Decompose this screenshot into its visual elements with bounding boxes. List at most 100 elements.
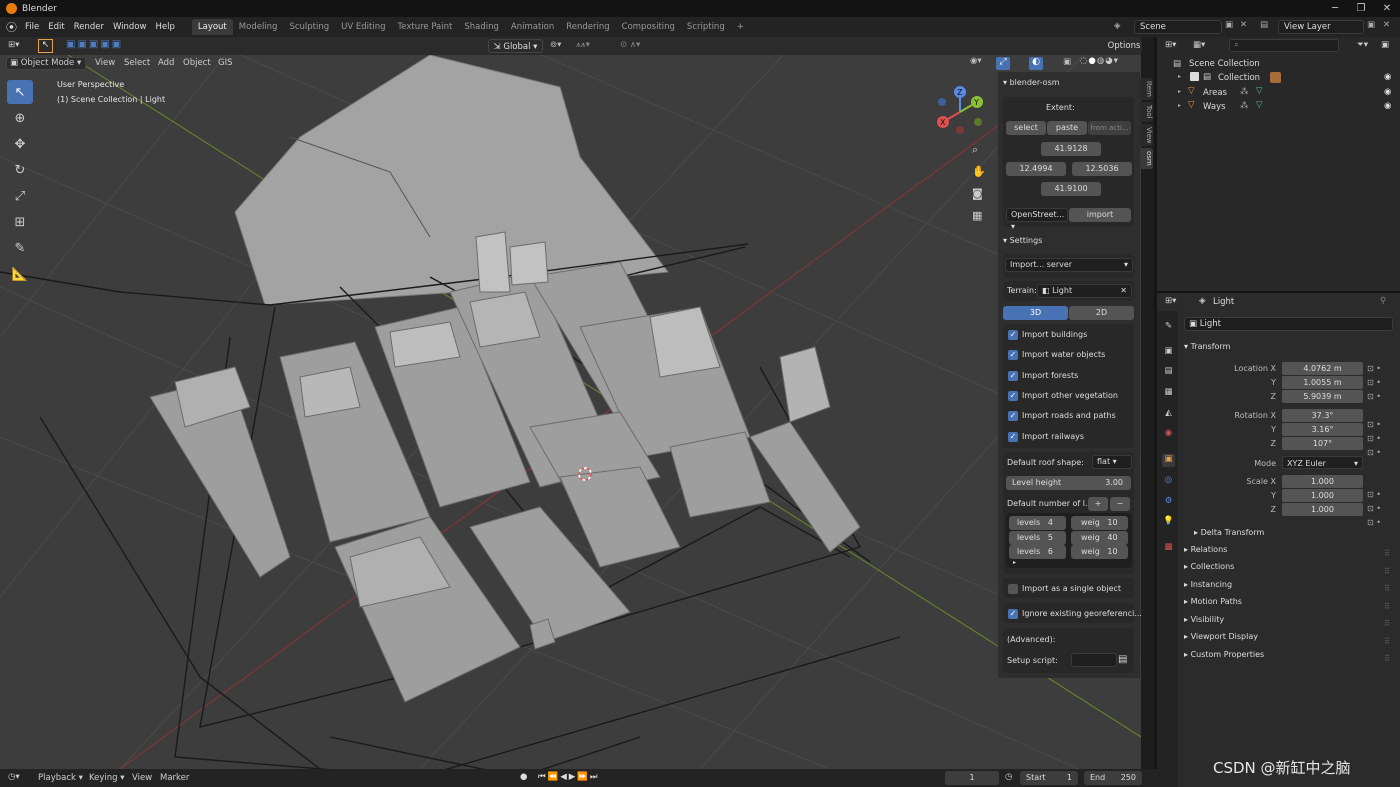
menu-edit[interactable]: Edit xyxy=(48,22,64,32)
rotation-x-field[interactable]: 37.3° xyxy=(1282,409,1363,422)
import-button[interactable]: import xyxy=(1069,208,1131,222)
remove-level-button[interactable]: − xyxy=(1110,497,1130,511)
zoom-icon[interactable]: ⌕ xyxy=(972,143,978,157)
lock-icons[interactable]: ⊡ • ⊡ • ⊡ • ⊡ • ⊡ • ⊡ • ⊡ • ⊡ • ⊡ • xyxy=(1367,362,1381,530)
xray-icon[interactable]: ▣ xyxy=(1063,57,1071,67)
gizmo-toggle-icon[interactable]: ⤢ xyxy=(996,57,1010,70)
display-mode-icon[interactable]: ▦▾ xyxy=(1193,40,1205,50)
collections-panel[interactable]: ▸ Collections xyxy=(1184,562,1234,571)
ortho-grid-icon[interactable]: ▦ xyxy=(972,209,982,222)
output-props-icon[interactable]: ▤ xyxy=(1162,366,1175,379)
import-forests-checkbox[interactable]: ✓ xyxy=(1008,371,1018,381)
timeline-editor-icon[interactable]: ◷▾ xyxy=(8,772,20,782)
extent-west-field[interactable]: 12.4994 xyxy=(1006,162,1066,176)
minimize-button[interactable]: ─ xyxy=(1322,0,1348,17)
shading-modes-icons[interactable]: ◌●◍◕▾ xyxy=(1080,56,1119,66)
scale-x-field[interactable]: 1.000 xyxy=(1282,475,1363,488)
ignore-georeferencing-checkbox[interactable]: ✓ xyxy=(1008,609,1018,619)
outliner-editor-icon[interactable]: ⊞▾ xyxy=(1165,40,1176,50)
setup-script-field[interactable] xyxy=(1071,653,1117,667)
start-frame-field[interactable]: Start 1 xyxy=(1020,771,1078,785)
tab-sculpting[interactable]: Sculpting xyxy=(283,19,335,35)
tab-scripting[interactable]: Scripting xyxy=(681,19,731,35)
maximize-button[interactable]: ❐ xyxy=(1348,0,1374,17)
tab-tool[interactable]: Tool xyxy=(1140,101,1153,122)
scene-props-icon[interactable]: ◭ xyxy=(1162,408,1175,421)
levels-row-3-levels[interactable]: levels 6 xyxy=(1009,545,1066,559)
tab-animation[interactable]: Animation xyxy=(505,19,560,35)
select-box-tool-icon[interactable]: ↖ xyxy=(7,80,33,104)
menu-file[interactable]: File xyxy=(25,22,39,32)
terrain-field[interactable]: ◧ Light ✕ xyxy=(1037,284,1132,298)
expand-arrow-icon[interactable]: ▸ xyxy=(1178,88,1181,95)
transform-orientation[interactable]: ⇲ Global ▾ xyxy=(488,39,543,53)
annotate-tool-icon[interactable]: ✎ xyxy=(7,236,33,260)
cursor-tool-icon[interactable]: ⊕ xyxy=(7,106,33,130)
panel-drag-handles[interactable]: ⠿ ⠿ ⠿ ⠿ ⠿ ⠿ ⠿ xyxy=(1384,545,1390,668)
import-vegetation-checkbox[interactable]: ✓ xyxy=(1008,391,1018,401)
import-from-dropdown[interactable]: Import... server ▾ xyxy=(1005,258,1133,272)
location-y-field[interactable]: 1.0055 m xyxy=(1282,376,1363,389)
add-workspace-button[interactable]: + xyxy=(731,19,750,35)
import-railways-checkbox[interactable]: ✓ xyxy=(1008,432,1018,442)
record-icon[interactable]: ● xyxy=(520,772,527,782)
single-object-checkbox[interactable] xyxy=(1008,584,1018,594)
motion-paths-panel[interactable]: ▸ Motion Paths xyxy=(1184,597,1242,606)
proportional-edit-icon[interactable]: ⊙ ∧▾ xyxy=(620,40,640,50)
levels-row-3-weight[interactable]: weig 10 xyxy=(1071,545,1128,559)
move-tool-icon[interactable]: ✥ xyxy=(7,132,33,156)
tab-texture-paint[interactable]: Texture Paint xyxy=(392,19,459,35)
marker-menu[interactable]: Marker xyxy=(160,773,189,783)
end-frame-field[interactable]: End 250 xyxy=(1084,771,1142,785)
selection-mode-icons[interactable]: ▣▣▣▣▣ xyxy=(66,39,123,50)
pan-hand-icon[interactable]: ✋ xyxy=(972,165,986,178)
tab-modeling[interactable]: Modeling xyxy=(233,19,284,35)
visibility-eye-icon[interactable]: ◉ xyxy=(1384,87,1391,97)
world-props-icon[interactable]: ◉ xyxy=(1162,428,1175,441)
navigation-gizmo[interactable]: Z X Y xyxy=(930,82,992,232)
object-name-field[interactable]: ▣ Light xyxy=(1184,317,1393,331)
camera-view-icon[interactable]: ◙ xyxy=(972,187,983,200)
light-data-props-icon[interactable]: 💡 xyxy=(1162,516,1175,529)
scale-z-field[interactable]: 1.000 xyxy=(1282,503,1363,516)
tool-props-icon[interactable]: ✎ xyxy=(1162,321,1175,334)
render-props-icon[interactable]: ▣ xyxy=(1162,346,1175,359)
outliner-item-areas[interactable]: ▸ ▽ Areas ⁂ ▽ ◉ xyxy=(1157,86,1400,100)
scene-copy-icon[interactable]: ▣ xyxy=(1225,20,1233,30)
pin-icon[interactable]: ⚲ xyxy=(1380,296,1386,306)
visibility-eye-icon[interactable]: ◉ xyxy=(1384,101,1391,111)
paste-extent-button[interactable]: paste xyxy=(1047,121,1087,135)
menu-window[interactable]: Window xyxy=(113,22,147,32)
expand-arrow-icon[interactable]: ▸ xyxy=(1178,73,1181,80)
mode-3d-toggle[interactable]: 3D xyxy=(1003,306,1068,320)
scene-remove-icon[interactable]: ✕ xyxy=(1240,20,1247,30)
close-button[interactable]: ✕ xyxy=(1374,0,1400,17)
physics-props-icon[interactable]: ◎ xyxy=(1162,475,1175,488)
levels-row-1-levels[interactable]: levels 4 xyxy=(1009,516,1066,530)
scale-tool-icon[interactable]: ⤢ xyxy=(7,184,33,208)
visibility-icon[interactable]: ◉▾ xyxy=(970,56,982,66)
import-water-checkbox[interactable]: ✓ xyxy=(1008,350,1018,360)
filter-icon[interactable]: ⏷▾ xyxy=(1357,40,1368,50)
view-layer-props-icon[interactable]: ▦ xyxy=(1162,387,1175,400)
import-roads-checkbox[interactable]: ✓ xyxy=(1008,411,1018,421)
tab-item[interactable]: Item xyxy=(1140,78,1153,100)
texture-props-icon[interactable]: ▩ xyxy=(1162,542,1175,555)
playback-menu[interactable]: Playback ▾ xyxy=(38,773,83,783)
extent-north-field[interactable]: 41.9128 xyxy=(1041,142,1101,156)
rotation-mode-dropdown[interactable]: XYZ Euler ▾ xyxy=(1282,456,1363,469)
extent-south-field[interactable]: 41.9100 xyxy=(1041,182,1101,196)
select-tool-icon[interactable]: ↖ xyxy=(38,39,53,53)
scene-collection-label[interactable]: Scene Collection xyxy=(1189,59,1260,69)
view-layer-selector[interactable]: View Layer xyxy=(1278,20,1364,34)
transform-tool-icon[interactable]: ⊞ xyxy=(7,210,33,234)
from-active-button[interactable]: from acti... xyxy=(1088,121,1131,135)
snap-icon[interactable]: ⩚⩚▾ xyxy=(576,40,590,50)
current-frame-field[interactable]: 1 xyxy=(945,771,999,785)
relations-panel[interactable]: ▸ Relations xyxy=(1184,545,1227,554)
location-z-field[interactable]: 5.9039 m xyxy=(1282,390,1363,403)
measure-tool-icon[interactable]: 📐 xyxy=(7,262,33,286)
levels-row-2-weight[interactable]: weig 40 xyxy=(1071,531,1128,545)
select-extent-button[interactable]: select xyxy=(1006,121,1046,135)
extent-east-field[interactable]: 12.5036 xyxy=(1072,162,1132,176)
